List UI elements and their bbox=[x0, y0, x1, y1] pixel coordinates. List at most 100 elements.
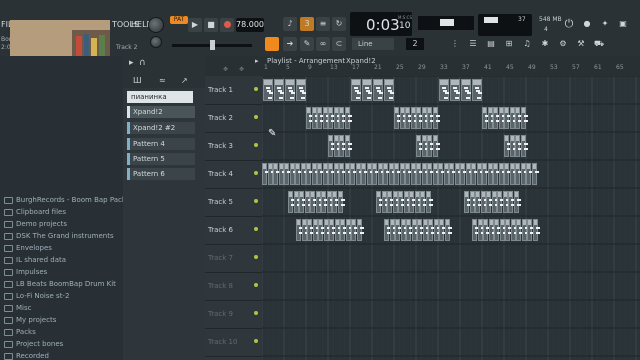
track-active-led[interactable] bbox=[254, 143, 258, 147]
pattern-clip-track5[interactable] bbox=[299, 191, 306, 213]
pattern-clip-track6[interactable] bbox=[406, 219, 413, 241]
track-active-led[interactable] bbox=[254, 255, 258, 259]
browser-item[interactable]: Demo projects bbox=[4, 220, 67, 228]
pattern-clip-track5[interactable] bbox=[414, 191, 422, 213]
record-button[interactable] bbox=[220, 18, 234, 32]
track-active-led[interactable] bbox=[254, 311, 258, 315]
pattern-clip-track2[interactable] bbox=[432, 107, 440, 129]
metronome-button[interactable]: ♪ bbox=[283, 17, 297, 31]
piano-icon[interactable]: Ш bbox=[133, 76, 142, 85]
pattern-clip-track5[interactable] bbox=[387, 191, 394, 213]
pattern-item-selected[interactable]: Xpand!2 bbox=[127, 106, 195, 118]
stop-button[interactable]: ■ bbox=[204, 18, 218, 32]
pattern-clip-track5[interactable] bbox=[288, 191, 295, 213]
automation-icon[interactable]: ↗ bbox=[181, 76, 188, 85]
pattern-clip-track6[interactable] bbox=[384, 219, 391, 241]
blend-notes-button[interactable]: ≡ bbox=[316, 17, 330, 31]
pattern-clip-track2[interactable] bbox=[493, 107, 500, 129]
pattern-clip-track2[interactable] bbox=[515, 107, 522, 129]
playlist-grid[interactable] bbox=[262, 76, 640, 360]
pattern-clip-track3[interactable] bbox=[520, 135, 528, 157]
pattern-clip-track2[interactable] bbox=[482, 107, 489, 129]
pattern-clip-track5[interactable] bbox=[497, 191, 504, 213]
pattern-clip-track6[interactable] bbox=[532, 219, 540, 241]
pattern-clip-track4[interactable] bbox=[300, 163, 308, 185]
pattern-clip-track3[interactable] bbox=[328, 135, 335, 157]
pattern-clip-track4[interactable] bbox=[465, 163, 473, 185]
pattern-clip-track2[interactable] bbox=[416, 107, 423, 129]
pattern-clip-track1[interactable] bbox=[296, 79, 306, 101]
pattern-clip-track6[interactable] bbox=[351, 219, 358, 241]
pattern-clip-track4[interactable] bbox=[306, 163, 313, 185]
pattern-clip-track4[interactable] bbox=[289, 163, 297, 185]
pattern-clip-track4[interactable] bbox=[377, 163, 385, 185]
pattern-clip-track3[interactable] bbox=[432, 135, 440, 157]
pattern-clip-track2[interactable] bbox=[306, 107, 313, 129]
playlist-menu-icon[interactable]: ▸ bbox=[255, 57, 259, 65]
magnet-icon[interactable]: ⊂ bbox=[332, 37, 346, 51]
pattern-clip-track3[interactable] bbox=[339, 135, 346, 157]
pattern-clip-track2[interactable] bbox=[328, 107, 335, 129]
playlist-icon[interactable]: ⊞ bbox=[502, 37, 516, 51]
pattern-clip-track6[interactable] bbox=[472, 219, 479, 241]
snap-select[interactable]: Line bbox=[352, 38, 394, 50]
pattern-clip-track5[interactable] bbox=[304, 191, 312, 213]
track-header[interactable]: Track 9 bbox=[205, 300, 262, 329]
link-icon[interactable]: ∞ bbox=[316, 37, 330, 51]
loop-record-button[interactable]: ↻ bbox=[332, 17, 346, 31]
pattern-clip-track2[interactable] bbox=[509, 107, 517, 129]
pattern-clip-track2[interactable] bbox=[498, 107, 506, 129]
wrench-icon[interactable]: ⚒ bbox=[574, 37, 588, 51]
vst-icon[interactable]: ✦ bbox=[598, 17, 612, 31]
pattern-clip-track4[interactable] bbox=[471, 163, 478, 185]
pattern-clip-track5[interactable] bbox=[381, 191, 389, 213]
pattern-clip-track5[interactable] bbox=[321, 191, 328, 213]
pattern-clip-track5[interactable] bbox=[315, 191, 323, 213]
pattern-clip-track4[interactable] bbox=[449, 163, 456, 185]
track-header[interactable]: Track 4 bbox=[205, 160, 262, 189]
arrow-right-icon[interactable]: ➔ bbox=[283, 37, 297, 51]
pattern-clip-track6[interactable] bbox=[428, 219, 435, 241]
pattern-clip-track4[interactable] bbox=[476, 163, 484, 185]
countdown-button[interactable]: 3 bbox=[300, 17, 314, 31]
pattern-clip-track4[interactable] bbox=[317, 163, 324, 185]
pattern-clip-track5[interactable] bbox=[392, 191, 400, 213]
pattern-clip-track5[interactable] bbox=[326, 191, 334, 213]
pattern-item[interactable]: Pattern 6 bbox=[127, 168, 195, 180]
pattern-clip-track4[interactable] bbox=[399, 163, 407, 185]
pattern-clip-track2[interactable] bbox=[317, 107, 324, 129]
pattern-clip-track3[interactable] bbox=[509, 135, 517, 157]
pattern-clip-track4[interactable] bbox=[410, 163, 418, 185]
pattern-clip-track3[interactable] bbox=[504, 135, 511, 157]
pattern-clip-track6[interactable] bbox=[307, 219, 314, 241]
track-header[interactable]: Track 3 bbox=[205, 132, 262, 161]
track-header[interactable]: Track 2 bbox=[205, 104, 262, 133]
pattern-clip-track4[interactable] bbox=[515, 163, 522, 185]
pattern-clip-track1[interactable] bbox=[439, 79, 449, 101]
pattern-clip-track6[interactable] bbox=[389, 219, 397, 241]
pattern-clip-track1[interactable] bbox=[384, 79, 394, 101]
pattern-clip-track2[interactable] bbox=[311, 107, 319, 129]
mixer-icon[interactable]: ⋮ bbox=[448, 37, 462, 51]
pattern-clip-track4[interactable] bbox=[432, 163, 440, 185]
plugin-picker-icon[interactable]: ✱ bbox=[538, 37, 552, 51]
timeline-ruler[interactable]: 1 5 9 13 17 21 25 29 33 37 41 45 49 53 57 61 65 bbox=[262, 64, 640, 76]
pattern-clip-track4[interactable] bbox=[526, 163, 533, 185]
pattern-clip-track4[interactable] bbox=[520, 163, 528, 185]
snap-icon[interactable] bbox=[265, 37, 279, 51]
pattern-clip-track4[interactable] bbox=[416, 163, 423, 185]
pattern-clip-track6[interactable] bbox=[301, 219, 309, 241]
tempo-display[interactable]: 78.000 bbox=[236, 18, 264, 32]
pattern-item[interactable]: Pattern 4 bbox=[127, 138, 195, 150]
pattern-clip-track6[interactable] bbox=[422, 219, 430, 241]
pattern-clip-track4[interactable] bbox=[350, 163, 357, 185]
pattern-clip-track2[interactable] bbox=[339, 107, 346, 129]
menu-arrow-icon[interactable]: ▸ bbox=[129, 58, 134, 68]
pattern-clip-track6[interactable] bbox=[395, 219, 402, 241]
pattern-clip-track2[interactable] bbox=[427, 107, 434, 129]
pattern-clip-track4[interactable] bbox=[278, 163, 286, 185]
channel-rack-icon[interactable]: ☰ bbox=[466, 37, 480, 51]
pattern-clip-track5[interactable] bbox=[469, 191, 477, 213]
pattern-clip-track6[interactable] bbox=[334, 219, 342, 241]
browser-item[interactable]: Impulses bbox=[4, 268, 47, 276]
